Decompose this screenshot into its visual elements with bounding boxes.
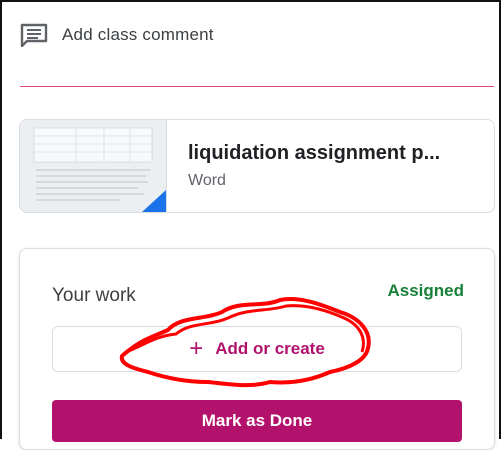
plus-icon: +: [189, 335, 204, 362]
add-or-create-label: Add or create: [215, 339, 325, 358]
status-badge: Assigned: [387, 281, 464, 300]
attachment-title: liquidation assignment p...: [188, 142, 441, 164]
attachment-type: Word: [188, 172, 226, 189]
comment-field-underline: [20, 86, 494, 87]
add-class-comment-label: Add class comment: [62, 25, 214, 44]
comment-icon: [20, 23, 48, 47]
mark-as-done-button[interactable]: Mark as Done: [52, 400, 462, 442]
your-work-card: Your work Assigned + Add or create Mark …: [19, 248, 495, 450]
your-work-title: Your work: [52, 285, 136, 306]
attachment-card[interactable]: liquidation assignment p... Word: [19, 119, 495, 213]
document-thumbnail: [20, 120, 167, 212]
add-class-comment-row[interactable]: Add class comment: [20, 20, 214, 50]
word-corner-icon: [142, 190, 166, 212]
add-or-create-button[interactable]: + Add or create: [52, 326, 462, 372]
mark-as-done-label: Mark as Done: [201, 411, 313, 430]
